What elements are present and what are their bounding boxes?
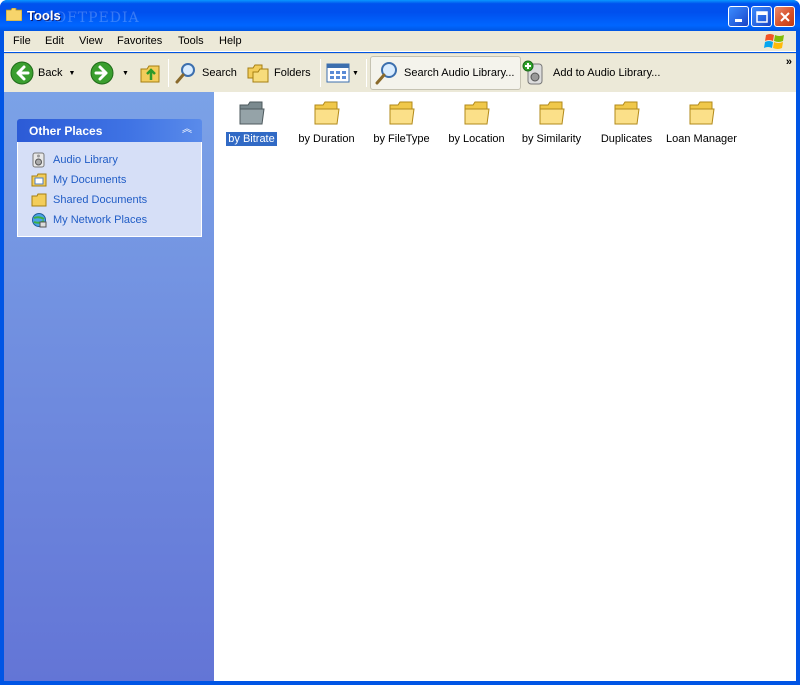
collapse-chevron-icon[interactable]: ︽	[180, 123, 194, 137]
explorer-window: Tools SOFTPEDIA File Edit View Favorites…	[0, 0, 800, 685]
folder-item[interactable]: by Location	[439, 98, 514, 146]
folder-name: by Bitrate	[225, 131, 278, 147]
folder-item[interactable]: by Similarity	[514, 98, 589, 146]
folder-icon	[464, 101, 490, 125]
add-to-audio-library-button[interactable]: Add to Audio Library...	[522, 56, 660, 90]
folder-name: Duplicates	[600, 133, 653, 145]
maximize-icon	[756, 11, 768, 23]
menu-favorites[interactable]: Favorites	[117, 35, 162, 47]
search-icon	[175, 63, 195, 84]
maximize-button[interactable]	[751, 6, 772, 27]
folder-name: Loan Manager	[666, 133, 737, 145]
search-audio-library-icon	[375, 62, 397, 85]
folder-name: by Location	[448, 133, 505, 145]
folder-icon	[689, 101, 715, 125]
folder-name: by Similarity	[521, 133, 582, 145]
title-bar[interactable]: Tools SOFTPEDIA	[0, 0, 800, 31]
minimize-button[interactable]	[728, 6, 749, 27]
add-to-audio-library-icon	[522, 60, 543, 85]
folder-item[interactable]: by FileType	[364, 98, 439, 146]
my-documents-icon	[31, 173, 47, 187]
menu-file[interactable]: File	[13, 35, 31, 47]
search-audio-library-label: Search Audio Library...	[404, 67, 515, 79]
folder-view: by Bitrate by Duration by FileType by Lo…	[214, 92, 796, 681]
shared-documents-icon	[31, 193, 47, 207]
search-label: Search	[202, 67, 237, 79]
other-places-panel: Other Places ︽ Audio Library My Document…	[17, 119, 202, 237]
place-label: My Documents	[53, 174, 127, 186]
menu-bar: File Edit View Favorites Tools Help	[4, 31, 796, 52]
views-button[interactable]: ▼	[326, 56, 359, 90]
folders-label: Folders	[274, 67, 311, 79]
menu-tools[interactable]: Tools	[178, 35, 204, 47]
folder-item[interactable]: by Duration	[289, 98, 364, 146]
menu-edit[interactable]: Edit	[45, 35, 64, 47]
folders-button[interactable]: Folders	[246, 56, 311, 90]
folder-icon	[239, 101, 265, 125]
back-dropdown-icon[interactable]: ▼	[68, 70, 75, 77]
folder-item[interactable]: Loan Manager	[664, 98, 739, 146]
window-border-right	[796, 31, 800, 685]
forward-arrow-icon	[90, 61, 114, 85]
other-places-body: Audio Library My Documents Shared Docume…	[17, 142, 202, 237]
search-audio-library-button[interactable]: Search Audio Library...	[370, 56, 522, 90]
task-pane: Other Places ︽ Audio Library My Document…	[4, 92, 214, 681]
menu-help[interactable]: Help	[219, 35, 242, 47]
back-button[interactable]: Back ▼	[10, 56, 75, 90]
folders-icon	[247, 64, 269, 83]
windows-logo-icon	[764, 34, 784, 49]
folder-item[interactable]: Duplicates	[589, 98, 664, 146]
folder-name: by FileType	[373, 133, 430, 145]
place-label: Audio Library	[53, 154, 118, 166]
views-icon	[326, 63, 350, 83]
network-places-icon	[32, 213, 47, 228]
folder-name: by Duration	[298, 133, 355, 145]
place-audio-library[interactable]: Audio Library	[18, 150, 201, 170]
back-arrow-icon	[10, 61, 34, 85]
audio-library-icon	[32, 152, 45, 168]
panel-title: Other Places	[29, 124, 103, 138]
place-my-documents[interactable]: My Documents	[18, 170, 201, 190]
up-folder-button[interactable]	[139, 56, 163, 90]
minimize-icon	[735, 19, 742, 22]
place-label: Shared Documents	[53, 194, 148, 206]
other-places-header[interactable]: Other Places ︽	[17, 119, 202, 142]
window-border-bottom	[0, 681, 800, 685]
menu-view[interactable]: View	[79, 35, 103, 47]
folder-item[interactable]: by Bitrate	[214, 98, 289, 147]
folder-icon	[6, 8, 22, 21]
place-shared-documents[interactable]: Shared Documents	[18, 190, 201, 210]
up-folder-icon	[140, 65, 160, 83]
back-label: Back	[38, 67, 63, 79]
close-icon	[780, 12, 790, 22]
toolbar-separator	[320, 59, 321, 87]
toolbar-separator	[168, 59, 169, 87]
close-button[interactable]	[774, 6, 795, 27]
add-to-audio-library-label: Add to Audio Library...	[553, 67, 661, 79]
views-dropdown-icon[interactable]: ▼	[352, 70, 359, 77]
place-my-network-places[interactable]: My Network Places	[18, 210, 201, 230]
folder-icon	[539, 101, 565, 125]
search-button[interactable]: Search	[174, 56, 237, 90]
forward-dropdown-icon[interactable]: ▼	[122, 70, 129, 77]
watermark: SOFTPEDIA	[44, 10, 140, 26]
toolbar: Back ▼ ▼ Search Folders ▼ Search Audio L…	[4, 53, 796, 92]
folder-icon	[314, 101, 340, 125]
forward-button[interactable]: ▼	[90, 56, 129, 90]
toolbar-overflow-chevron[interactable]: »	[786, 56, 792, 68]
place-label: My Network Places	[53, 214, 148, 226]
folder-icon	[614, 101, 640, 125]
folder-icon	[389, 101, 415, 125]
toolbar-separator	[366, 59, 367, 87]
